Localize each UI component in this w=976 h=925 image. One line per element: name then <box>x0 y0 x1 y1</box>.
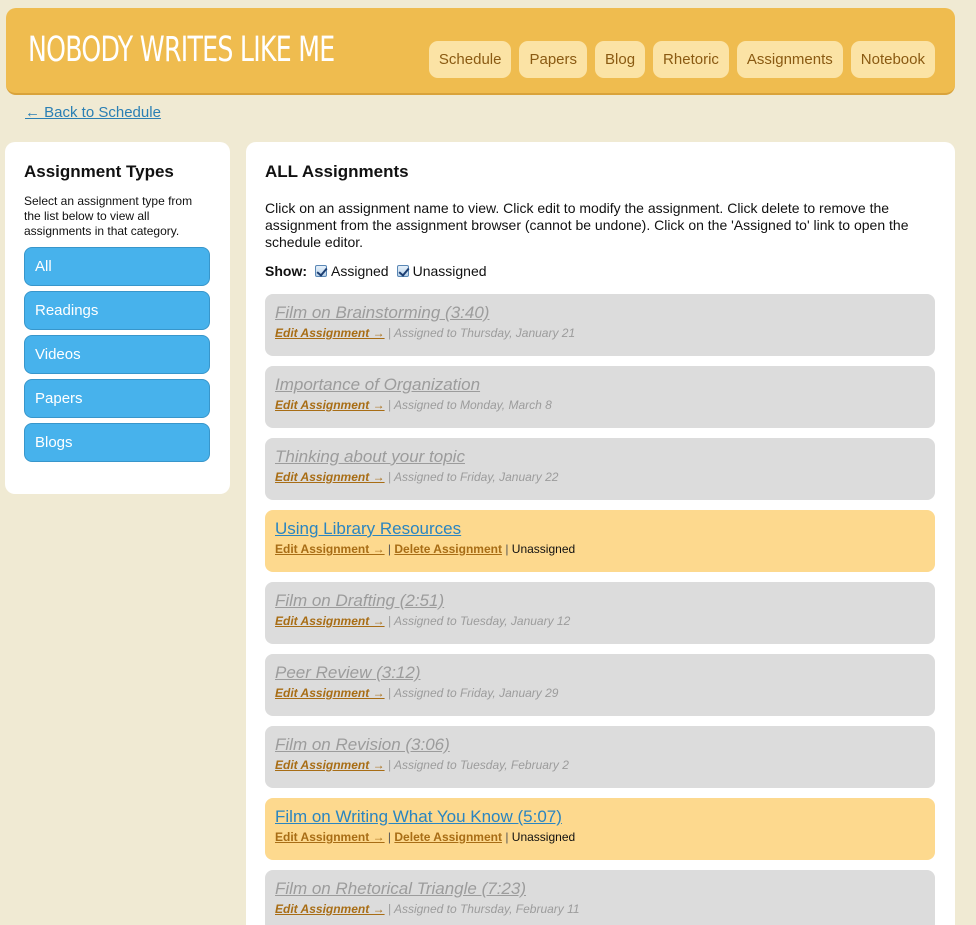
show-filter: Show: Assigned Unassigned <box>265 263 936 279</box>
separator: | <box>505 542 509 556</box>
edit-assignment-link[interactable]: Edit Assignment → <box>275 398 385 412</box>
edit-assignment-link[interactable]: Edit Assignment → <box>275 542 385 556</box>
separator: | <box>387 542 392 556</box>
assigned-checkbox-label: Assigned <box>331 263 389 279</box>
assignment-name-link[interactable]: Using Library Resources <box>275 519 461 539</box>
unassigned-status: Unassigned <box>511 830 576 844</box>
assigned-to-link[interactable]: Assigned to Friday, January 22 <box>394 470 559 484</box>
assignment-name-link[interactable]: Film on Drafting (2:51) <box>275 591 444 611</box>
nav-blog[interactable]: Blog <box>595 41 646 78</box>
type-button-blogs[interactable]: Blogs <box>24 423 210 462</box>
separator: | <box>387 758 392 772</box>
assignment-meta: Edit Assignment → | Assigned to Thursday… <box>275 326 925 340</box>
assignment-row: Film on Drafting (2:51) Edit Assignment →… <box>265 582 935 644</box>
edit-assignment-link[interactable]: Edit Assignment → <box>275 470 385 484</box>
assignment-meta: Edit Assignment → | Assigned to Tuesday,… <box>275 758 925 772</box>
nav-schedule[interactable]: Schedule <box>428 41 512 78</box>
assignment-row: Film on Rhetorical Triangle (7:23) Edit A… <box>265 870 935 925</box>
sidebar-description: Select an assignment type from the list … <box>24 194 193 238</box>
assignment-meta: Edit Assignment → | Assigned to Tuesday,… <box>275 614 925 628</box>
separator: | <box>387 614 392 628</box>
edit-assignment-link[interactable]: Edit Assignment → <box>275 902 385 916</box>
assignment-name-link[interactable]: Film on Brainstorming (3:40) <box>275 303 489 323</box>
assignment-name-link[interactable]: Peer Review (3:12) <box>275 663 421 683</box>
assignment-types-panel: Assignment Types Select an assignment ty… <box>5 142 230 494</box>
site-logo[interactable]: NOBODY WRITES LIKE ME <box>28 30 335 70</box>
delete-assignment-link[interactable]: Delete Assignment <box>394 542 502 556</box>
type-button-readings[interactable]: Readings <box>24 291 210 330</box>
page-title: ALL Assignments <box>265 162 409 181</box>
edit-assignment-link[interactable]: Edit Assignment → <box>275 614 385 628</box>
separator: | <box>387 470 392 484</box>
type-button-papers[interactable]: Papers <box>24 379 210 418</box>
edit-assignment-link[interactable]: Edit Assignment → <box>275 758 385 772</box>
assignment-meta: Edit Assignment → | Assigned to Friday, … <box>275 470 925 484</box>
separator: | <box>387 830 392 844</box>
assignment-row: Film on Revision (3:06) Edit Assignment →… <box>265 726 935 788</box>
nav-rhetoric[interactable]: Rhetoric <box>653 41 729 78</box>
assignment-row: Using Library Resources Edit Assignment →… <box>265 510 935 572</box>
assigned-to-link[interactable]: Assigned to Tuesday, January 12 <box>394 614 570 628</box>
type-button-videos[interactable]: Videos <box>24 335 210 374</box>
assigned-to-link[interactable]: Assigned to Friday, January 29 <box>394 686 559 700</box>
main-nav: Schedule Papers Blog Rhetoric Assignment… <box>428 41 935 78</box>
assignment-row: Film on Writing What You Know (5:07) Edit… <box>265 798 935 860</box>
assignment-meta: Edit Assignment → | Assigned to Monday, … <box>275 398 925 412</box>
site-header: NOBODY WRITES LIKE ME Schedule Papers Bl… <box>6 8 955 95</box>
assigned-to-link[interactable]: Assigned to Thursday, January 21 <box>394 326 575 340</box>
assignment-name-link[interactable]: Film on Writing What You Know (5:07) <box>275 807 562 827</box>
type-button-all[interactable]: All <box>24 247 210 286</box>
delete-assignment-link[interactable]: Delete Assignment <box>394 830 502 844</box>
unassigned-filter: Unassigned <box>396 263 491 279</box>
assignment-row: Film on Brainstorming (3:40) Edit Assignm… <box>265 294 935 356</box>
assignment-name-link[interactable]: Thinking about your topic <box>275 447 465 467</box>
assignment-list: Film on Brainstorming (3:40) Edit Assignm… <box>265 294 936 925</box>
assignment-name-link[interactable]: Film on Rhetorical Triangle (7:23) <box>275 879 526 899</box>
separator: | <box>387 902 392 916</box>
nav-papers[interactable]: Papers <box>519 41 588 78</box>
show-label: Show: <box>265 263 307 279</box>
assignment-name-link[interactable]: Film on Revision (3:06) <box>275 735 450 755</box>
assigned-to-link[interactable]: Assigned to Thursday, February 11 <box>394 902 580 916</box>
separator: | <box>387 686 392 700</box>
edit-assignment-link[interactable]: Edit Assignment → <box>275 326 385 340</box>
separator: | <box>387 398 392 412</box>
instructions-text: Click on an assignment name to view. Cli… <box>265 200 909 250</box>
assignment-row: Importance of Organization Edit Assignmen… <box>265 366 935 428</box>
assignment-row: Peer Review (3:12) Edit Assignment → | As… <box>265 654 935 716</box>
edit-assignment-link[interactable]: Edit Assignment → <box>275 830 385 844</box>
assigned-checkbox[interactable] <box>315 265 327 277</box>
assignment-name-link[interactable]: Importance of Organization <box>275 375 480 395</box>
nav-assignments[interactable]: Assignments <box>736 41 843 78</box>
edit-assignment-link[interactable]: Edit Assignment → <box>275 686 385 700</box>
assignments-panel: ALL Assignments Click on an assignment n… <box>246 142 955 925</box>
assignment-meta: Edit Assignment → | Delete Assignment | … <box>275 830 925 844</box>
assignment-meta: Edit Assignment → | Delete Assignment | … <box>275 542 925 556</box>
assignment-meta: Edit Assignment → | Assigned to Thursday… <box>275 902 925 916</box>
separator: | <box>387 326 392 340</box>
nav-notebook[interactable]: Notebook <box>850 41 935 78</box>
unassigned-checkbox-label: Unassigned <box>412 263 487 279</box>
sidebar-title: Assignment Types <box>24 162 174 181</box>
assigned-to-link[interactable]: Assigned to Monday, March 8 <box>394 398 552 412</box>
unassigned-checkbox[interactable] <box>396 265 409 277</box>
unassigned-status: Unassigned <box>511 542 576 556</box>
assignment-meta: Edit Assignment → | Assigned to Friday, … <box>275 686 925 700</box>
assigned-to-link[interactable]: Assigned to Tuesday, February 2 <box>394 758 569 772</box>
back-to-schedule-link[interactable]: ← Back to Schedule <box>25 104 161 121</box>
assigned-filter: Assigned <box>315 263 393 279</box>
assignment-row: Thinking about your topic Edit Assignment… <box>265 438 935 500</box>
separator: | <box>505 830 509 844</box>
